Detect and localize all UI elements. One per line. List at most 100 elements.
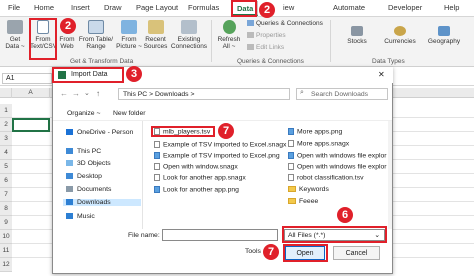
- file-item[interactable]: robot classification.tsv: [288, 174, 364, 181]
- nav-item-desktop[interactable]: Desktop: [66, 173, 102, 180]
- search-input[interactable]: Search Downloads: [296, 88, 388, 100]
- row-header[interactable]: 11: [0, 244, 12, 258]
- tab-file[interactable]: File: [8, 3, 20, 12]
- properties-icon: [247, 32, 254, 39]
- file-item[interactable]: More apps.snagx: [288, 140, 349, 147]
- row-header[interactable]: 8: [0, 202, 12, 216]
- group-label-queries: Queries & Connections: [237, 58, 304, 65]
- file-item[interactable]: Open with windows file explor: [288, 163, 387, 170]
- nav-item-music[interactable]: Music: [66, 213, 95, 220]
- name-box[interactable]: A1: [2, 73, 52, 84]
- path-downloads[interactable]: Downloads: [155, 91, 189, 98]
- recent-sources-icon: [147, 20, 164, 34]
- file-item[interactable]: Look for another app.snagx: [154, 174, 246, 181]
- tab-page-layout[interactable]: Page Layout: [136, 3, 178, 12]
- file-item[interactable]: More apps.png: [288, 128, 342, 135]
- tsv-file-icon: [288, 174, 294, 181]
- file-item[interactable]: Look for another app.png: [154, 186, 239, 193]
- tab-home[interactable]: Home: [34, 3, 54, 12]
- stocks-icon: [351, 26, 363, 36]
- nav-item-onedrive[interactable]: OneDrive - Person: [66, 129, 133, 136]
- row-header[interactable]: 10: [0, 230, 12, 244]
- recent-locations-chevron-icon[interactable]: ⌄: [84, 89, 90, 97]
- tab-draw[interactable]: Draw: [104, 3, 122, 12]
- file-item[interactable]: Open with window.snagx: [154, 163, 238, 170]
- tab-help[interactable]: Help: [444, 3, 459, 12]
- selected-cell[interactable]: [12, 118, 50, 132]
- row-header[interactable]: 4: [0, 146, 12, 160]
- picture-icon: [121, 20, 137, 34]
- image-file-icon: [154, 186, 160, 193]
- file-item[interactable]: Keywords: [288, 186, 329, 193]
- cancel-button[interactable]: Cancel: [333, 246, 380, 260]
- row-header[interactable]: 12: [0, 258, 12, 272]
- file-item[interactable]: Open with windows file explor: [288, 152, 387, 159]
- nav-item-documents[interactable]: Documents: [66, 186, 111, 193]
- documents-icon: [66, 186, 73, 193]
- edit-links-icon: [247, 44, 254, 51]
- tab-view[interactable]: iew: [283, 3, 294, 12]
- snagx-file-icon: [288, 140, 294, 147]
- step-badge: 6: [337, 207, 353, 223]
- group-label-get-transform: Get & Transform Data: [70, 58, 134, 65]
- queries-icon: [247, 20, 254, 27]
- file-name-label: File name:: [128, 232, 160, 239]
- row-header[interactable]: 6: [0, 174, 12, 188]
- file-name-input[interactable]: [162, 229, 278, 241]
- tab-developer[interactable]: Developer: [388, 3, 422, 12]
- address-bar[interactable]: This PC > Downloads >: [118, 88, 290, 100]
- row-header[interactable]: 5: [0, 160, 12, 174]
- file-item[interactable]: Example of TSV imported to Excel.png: [154, 152, 280, 159]
- from-table-range-button[interactable]: From Table/ Range: [78, 20, 114, 50]
- computer-icon: [66, 148, 73, 155]
- snagx-file-icon: [288, 163, 294, 170]
- highlight-from-text-csv: [29, 18, 57, 60]
- corner-cell[interactable]: [0, 88, 12, 98]
- up-arrow-icon[interactable]: ↑: [96, 89, 100, 98]
- properties-button[interactable]: Properties: [247, 32, 286, 39]
- recent-sources-button[interactable]: Recent Sources: [143, 20, 168, 50]
- cube-icon: [66, 160, 73, 167]
- new-folder-button[interactable]: New folder: [113, 110, 146, 117]
- file-list-scrollbar[interactable]: [388, 121, 392, 229]
- tab-automate[interactable]: Automate: [333, 3, 365, 12]
- snagx-file-icon: [154, 163, 160, 170]
- row-header[interactable]: 3: [0, 132, 12, 146]
- existing-connections-button[interactable]: Existing Connections: [170, 20, 208, 50]
- path-separator-icon: >: [190, 91, 195, 98]
- database-icon: [7, 20, 23, 34]
- close-button[interactable]: ✕: [378, 70, 385, 79]
- path-this-pc[interactable]: This PC: [123, 91, 147, 98]
- stocks-button[interactable]: Stocks: [340, 26, 374, 45]
- row-header[interactable]: 9: [0, 216, 12, 230]
- refresh-all-button[interactable]: Refresh All ~: [216, 20, 242, 50]
- currencies-button[interactable]: Currencies: [380, 26, 420, 45]
- nav-item-3d-objects[interactable]: 3D Objects: [66, 160, 111, 167]
- nav-item-downloads[interactable]: Downloads: [63, 199, 141, 206]
- row-header[interactable]: 7: [0, 188, 12, 202]
- edit-links-button[interactable]: Edit Links: [247, 44, 284, 51]
- from-picture-button[interactable]: From Picture ~: [115, 20, 143, 50]
- forward-arrow-icon[interactable]: →: [72, 89, 80, 98]
- geography-button[interactable]: Geography: [424, 26, 464, 45]
- organize-button[interactable]: Organize ~: [67, 110, 100, 117]
- nav-item-this-pc[interactable]: This PC: [66, 148, 101, 155]
- row-header[interactable]: 2: [0, 118, 12, 132]
- dialog-command-bar: Organize ~ New folder: [53, 107, 392, 121]
- highlight-selected-file: [151, 126, 215, 137]
- column-header-a[interactable]: A: [12, 88, 50, 98]
- row-header[interactable]: 1: [0, 104, 12, 118]
- queries-connections-button[interactable]: Queries & Connections: [247, 20, 323, 27]
- step-badge: 7: [263, 244, 279, 260]
- download-icon: [66, 199, 73, 206]
- file-item[interactable]: Feeee: [288, 198, 318, 205]
- file-item[interactable]: Example of TSV imported to Excel.snagx: [154, 141, 286, 148]
- tab-formulas[interactable]: Formulas: [188, 3, 219, 12]
- tab-insert[interactable]: Insert: [71, 3, 90, 12]
- currency-icon: [394, 26, 406, 36]
- connections-icon: [181, 20, 197, 34]
- step-badge: 3: [126, 66, 142, 82]
- tools-button[interactable]: Tools: [245, 248, 261, 255]
- get-data-button[interactable]: Get Data ~: [3, 20, 27, 50]
- back-arrow-icon[interactable]: ←: [60, 89, 68, 98]
